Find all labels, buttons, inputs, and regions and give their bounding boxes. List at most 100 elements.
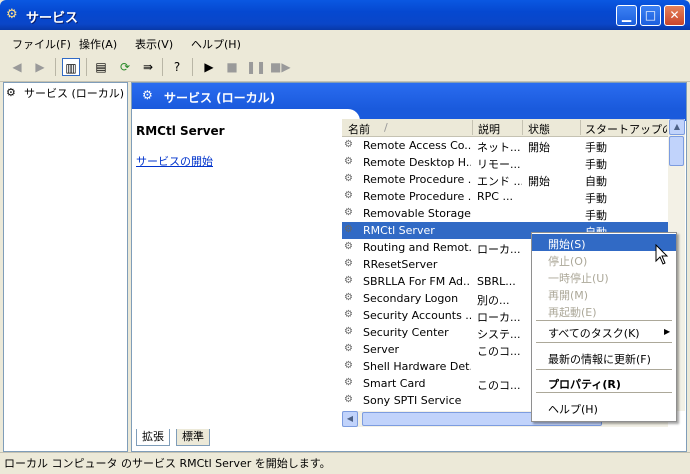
- service-status: 開始: [528, 175, 550, 188]
- table-row[interactable]: ⚙ Remote Procedure ... RPC ... 手動: [342, 188, 668, 205]
- column-header-status[interactable]: 状態: [528, 121, 550, 137]
- service-name: RResetServer: [363, 258, 438, 271]
- column-header-name[interactable]: 名前: [348, 121, 370, 137]
- service-gear-icon: ⚙: [344, 275, 353, 286]
- service-description: エンド ...: [477, 175, 522, 188]
- menu-item-label: すべてのタスク(K): [548, 327, 640, 340]
- service-gear-icon: ⚙: [344, 258, 353, 269]
- tab-extended[interactable]: 拡張: [136, 429, 170, 446]
- menu-item-label: 停止(O): [548, 255, 588, 268]
- vertical-scroll-thumb[interactable]: [669, 136, 684, 166]
- service-gear-icon: ⚙: [344, 156, 353, 167]
- service-name: Shell Hardware Det...: [363, 360, 471, 373]
- column-header-description[interactable]: 説明: [478, 121, 500, 137]
- service-description: RPC ...: [477, 190, 513, 203]
- service-name: Smart Card: [363, 377, 426, 390]
- start-service-link[interactable]: サービスの開始: [136, 153, 213, 169]
- service-gear-icon: ⚙: [344, 360, 353, 371]
- export-list-icon[interactable]: ⇛: [139, 58, 157, 76]
- service-gear-icon: ⚙: [344, 343, 353, 354]
- ctx-refresh-item[interactable]: 最新の情報に更新(F): [532, 349, 676, 366]
- refresh-icon[interactable]: ⟳: [116, 58, 134, 76]
- pause-icon[interactable]: ❚❚: [246, 58, 266, 76]
- service-startup-type: 手動: [585, 209, 607, 222]
- tab-standard[interactable]: 標準: [176, 429, 210, 446]
- service-name: Remote Procedure ...: [363, 190, 471, 203]
- scroll-left-button[interactable]: ◀: [342, 411, 358, 427]
- restart-icon[interactable]: ■▶: [270, 58, 291, 76]
- service-name: Remote Access Co...: [363, 139, 471, 152]
- column-separator[interactable]: [580, 120, 581, 135]
- scroll-up-button[interactable]: ▲: [669, 119, 685, 135]
- menu-separator: [536, 320, 672, 321]
- service-status: 開始: [528, 141, 550, 154]
- properties-icon[interactable]: ▤: [92, 58, 110, 76]
- table-row[interactable]: ⚙ Removable Storage 手動: [342, 205, 668, 222]
- toolbar-separator: [86, 58, 87, 76]
- maximize-button[interactable]: □: [640, 5, 661, 26]
- submenu-arrow-icon: ▶: [664, 327, 671, 336]
- ctx-help-item[interactable]: ヘルプ(H): [532, 399, 676, 416]
- column-header-startup[interactable]: スタートアップの種: [585, 121, 667, 137]
- close-button[interactable]: ✕: [664, 5, 685, 26]
- console-tree: [3, 82, 128, 452]
- menu-item-label: 再起動(E): [548, 306, 597, 319]
- menu-view[interactable]: 表示(V): [135, 36, 173, 52]
- service-name: Remote Desktop H...: [363, 156, 471, 169]
- ctx-all-tasks-item[interactable]: すべてのタスク(K) ▶: [532, 323, 676, 340]
- back-arrow-icon[interactable]: ◀: [8, 58, 26, 76]
- menu-item-label: 再開(M): [548, 289, 589, 302]
- service-name: RMCtl Server: [363, 224, 435, 237]
- column-separator[interactable]: [522, 120, 523, 135]
- service-description: ローカ...: [477, 243, 521, 256]
- service-gear-icon: ⚙: [344, 224, 353, 235]
- service-gear-icon: ⚙: [344, 394, 353, 405]
- service-startup-type: 自動: [585, 175, 607, 188]
- service-name: Security Center: [363, 326, 449, 339]
- service-name: Server: [363, 343, 400, 356]
- menu-item-label: プロパティ(R): [548, 378, 621, 391]
- forward-arrow-icon[interactable]: ▶: [31, 58, 49, 76]
- ctx-restart-item: 再起動(E): [532, 302, 676, 319]
- service-description: ネット...: [477, 141, 521, 154]
- ctx-pause-item: 一時停止(U): [532, 268, 676, 285]
- toolbar-separator: [192, 58, 193, 76]
- service-description: 別の...: [477, 294, 510, 307]
- service-name: Security Accounts ...: [363, 309, 471, 322]
- tree-item-services-local[interactable]: サービス (ローカル): [24, 85, 124, 101]
- service-gear-icon: ⚙: [344, 292, 353, 303]
- stop-icon[interactable]: ■: [223, 58, 241, 76]
- menu-item-label: 開始(S): [548, 238, 586, 251]
- service-name: Secondary Logon: [363, 292, 459, 305]
- table-row[interactable]: ⚙ Remote Desktop H... リモー... 手動: [342, 154, 668, 171]
- service-startup-type: 手動: [585, 192, 607, 205]
- menu-separator: [536, 392, 672, 393]
- toolbar-separator: [55, 58, 56, 76]
- toolbar-separator: [162, 58, 163, 76]
- column-separator[interactable]: [472, 120, 473, 135]
- service-description: このコ...: [477, 379, 521, 392]
- service-gear-icon: ⚙: [344, 173, 353, 184]
- service-startup-type: 手動: [585, 141, 607, 154]
- title-bar[interactable]: [0, 0, 690, 30]
- ctx-resume-item: 再開(M): [532, 285, 676, 302]
- minimize-button[interactable]: ▁: [616, 5, 637, 26]
- services-gear-icon: ⚙: [142, 88, 153, 102]
- service-name: Sony SPTI Service: [363, 394, 462, 407]
- service-name: Removable Storage: [363, 207, 471, 220]
- console-tree-icon[interactable]: ▥: [62, 58, 80, 76]
- help-icon[interactable]: ?: [168, 58, 186, 76]
- status-text: ローカル コンピュータ のサービス RMCtl Server を開始します。: [4, 457, 331, 470]
- table-row[interactable]: ⚙ Remote Access Co... ネット... 開始 手動: [342, 137, 668, 154]
- service-name: Remote Procedure ...: [363, 173, 471, 186]
- menu-help[interactable]: ヘルプ(H): [191, 36, 241, 52]
- menu-file[interactable]: ファイル(F): [12, 36, 71, 52]
- service-gear-icon: ⚙: [344, 309, 353, 320]
- menu-action[interactable]: 操作(A): [79, 36, 117, 52]
- ctx-properties-item[interactable]: プロパティ(R): [532, 374, 676, 391]
- table-row[interactable]: ⚙ Remote Procedure ... エンド ... 開始 自動: [342, 171, 668, 188]
- service-description: SBRL...: [477, 275, 516, 288]
- play-icon[interactable]: ▶: [200, 58, 218, 76]
- pane-header-title: サービス (ローカル): [164, 91, 276, 105]
- menu-item-label: ヘルプ(H): [548, 403, 598, 416]
